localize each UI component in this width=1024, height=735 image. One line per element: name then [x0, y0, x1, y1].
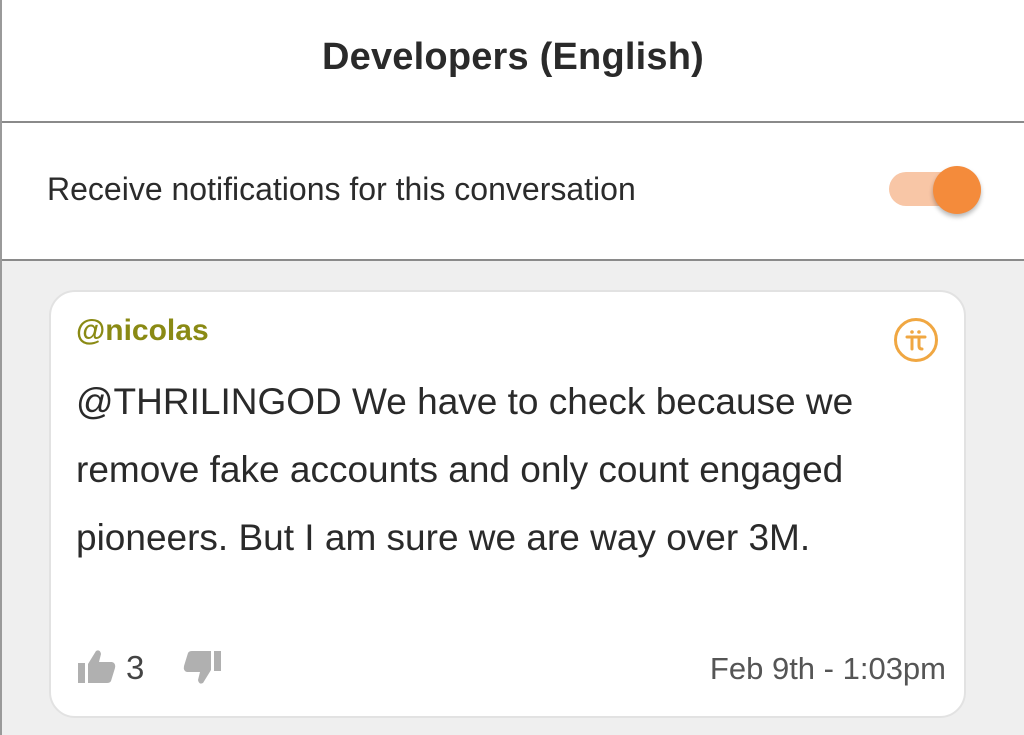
message-author[interactable]: @nicolas	[76, 314, 209, 348]
app-header: Developers (English)	[2, 0, 1024, 123]
message-text: @THRILINGOD We have to check because we …	[76, 381, 854, 558]
toggle-knob	[933, 166, 981, 214]
like-count: 3	[126, 649, 145, 686]
thumbs-down-icon[interactable]	[181, 647, 223, 687]
page-title: Developers (English)	[322, 36, 704, 78]
notification-toggle[interactable]	[889, 166, 987, 220]
pi-logo-icon	[894, 318, 938, 362]
conversation-screen: Developers (English) Receive notificatio…	[0, 0, 1024, 735]
thumbs-up-icon[interactable]	[76, 647, 118, 687]
pi-symbol-icon	[905, 330, 927, 351]
message-footer: 3 Feb 9th - 1:03pm	[76, 645, 946, 691]
notification-setting-row: Receive notifications for this conversat…	[2, 123, 1024, 261]
message-timestamp: Feb 9th - 1:03pm	[709, 651, 946, 686]
message-card: @nicolas @THRILINGOD We have to check be…	[49, 290, 966, 718]
notification-label: Receive notifications for this conversat…	[47, 171, 636, 207]
